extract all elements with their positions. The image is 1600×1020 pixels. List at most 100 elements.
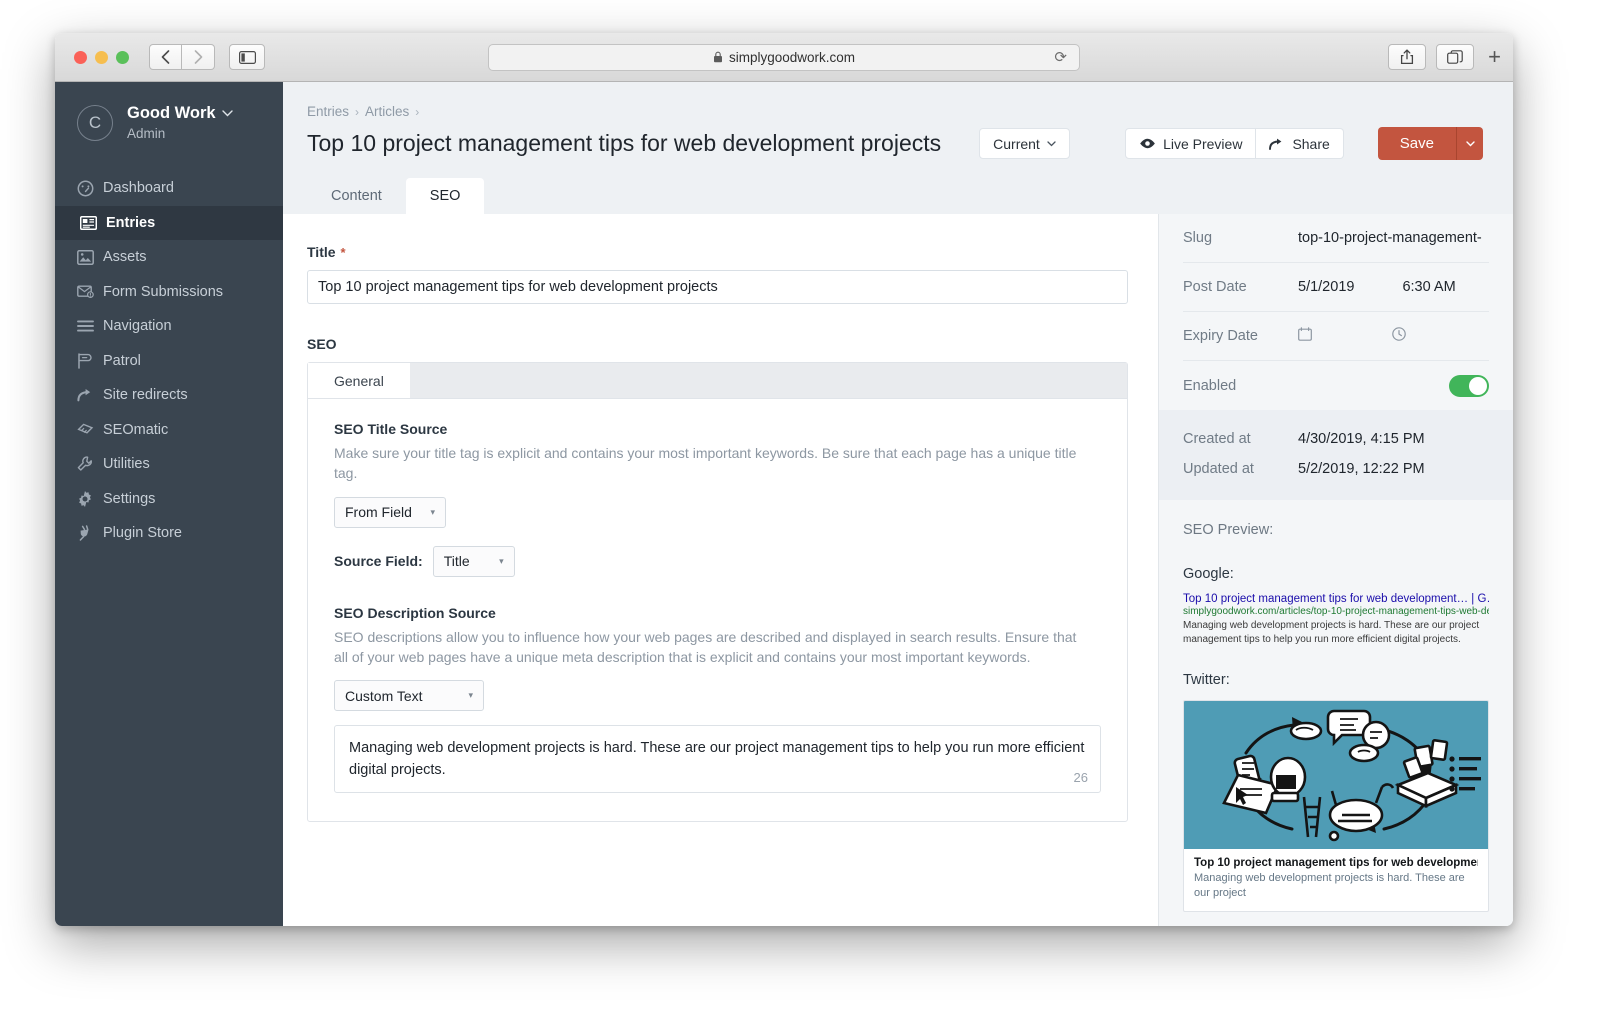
- sidebar-item-label: Settings: [103, 490, 156, 507]
- seo-description-source-description: SEO descriptions allow you to influence …: [334, 628, 1077, 665]
- reload-icon[interactable]: ⟳: [1054, 48, 1067, 66]
- save-button-group: Save: [1377, 127, 1483, 160]
- seo-title-source-heading: SEO Title Source: [334, 421, 448, 437]
- application-body: C Good Work Admin Dashboard Entries Asse…: [55, 82, 1513, 926]
- sidebar-item-patrol[interactable]: Patrol: [55, 344, 283, 379]
- title-input[interactable]: [307, 270, 1128, 304]
- arrow-redirect-icon: [77, 388, 103, 402]
- seo-tab-general[interactable]: General: [308, 363, 410, 398]
- required-indicator: *: [340, 244, 346, 260]
- sidebar-brand-name: Good Work: [127, 104, 233, 123]
- chevron-down-icon: [1047, 140, 1056, 146]
- gauge-icon: [77, 180, 103, 197]
- revision-selector[interactable]: Current: [979, 128, 1070, 159]
- page-title: Top 10 project management tips for web d…: [307, 130, 942, 156]
- seo-description-source-select[interactable]: Custom Text ▾: [334, 680, 484, 712]
- post-date-label: Post Date: [1183, 279, 1247, 295]
- sidebar-item-site-redirects[interactable]: Site redirects: [55, 378, 283, 413]
- save-button[interactable]: Save: [1377, 127, 1456, 160]
- meta-row-updated-at: Updated at 5/2/2019, 12:22 PM: [1183, 454, 1489, 484]
- sidebar-item-settings[interactable]: Settings: [55, 482, 283, 517]
- avatar: C: [77, 104, 113, 141]
- expiry-date-label: Expiry Date: [1183, 328, 1258, 344]
- minimize-window-button[interactable]: [95, 50, 108, 64]
- enabled-label: Enabled: [1183, 377, 1237, 394]
- seo-preview-label: SEO Preview:: [1183, 522, 1274, 538]
- sidebar-item-seomatic[interactable]: SEOmatic: [55, 413, 283, 448]
- seo-panel: General SEO Title Source Make sure your …: [307, 362, 1128, 822]
- sidebar-item-entries[interactable]: Entries: [55, 205, 283, 240]
- seo-title-source-description: Make sure your title tag is explicit and…: [334, 445, 1077, 482]
- wrench-icon: [77, 456, 103, 472]
- meta-row-post-date[interactable]: Post Date 5/1/2019 6:30 AM: [1183, 263, 1489, 312]
- seo-panel-body: SEO Title Source Make sure your title ta…: [308, 399, 1127, 821]
- breadcrumb: Entries › Articles ›: [307, 104, 1483, 119]
- back-button[interactable]: [149, 44, 182, 70]
- meta-row-created-at: Created at 4/30/2019, 4:15 PM: [1183, 424, 1489, 454]
- share-button[interactable]: [1388, 44, 1427, 70]
- sidebar-item-form-submissions[interactable]: Form Submissions: [55, 275, 283, 310]
- address-bar-text: simplygoodwork.com: [728, 49, 856, 65]
- sidebar-item-label: Site redirects: [103, 387, 188, 404]
- new-tab-button[interactable]: +: [1488, 44, 1501, 70]
- live-preview-button[interactable]: Live Preview: [1125, 128, 1257, 159]
- forward-button[interactable]: [182, 44, 215, 70]
- twitter-preview-image: [1184, 701, 1488, 849]
- created-at-label: Created at: [1183, 431, 1251, 447]
- tab-content[interactable]: Content: [307, 178, 406, 214]
- maximize-window-button[interactable]: [116, 50, 129, 64]
- sidebar-item-utilities[interactable]: Utilities: [55, 447, 283, 482]
- enabled-toggle[interactable]: [1449, 374, 1489, 397]
- hamburger-icon: [77, 320, 103, 332]
- tab-overview-button[interactable]: [1436, 44, 1475, 70]
- post-time-value: 6:30 AM: [1402, 279, 1456, 295]
- sidebar-item-label: Dashboard: [103, 180, 174, 197]
- seo-tab-bar: General: [308, 363, 1127, 399]
- save-dropdown-button[interactable]: [1456, 127, 1483, 160]
- sidebar-toggle-icon: [238, 50, 256, 64]
- chevron-down-icon: ▾: [499, 555, 504, 566]
- sidebar-item-label: Plugin Store: [103, 525, 182, 542]
- calendar-icon[interactable]: [1298, 327, 1312, 345]
- sidebar-item-plugin-store[interactable]: Plugin Store: [55, 516, 283, 551]
- source-field-select[interactable]: Title ▾: [432, 545, 515, 577]
- meta-row-enabled: Enabled: [1183, 361, 1489, 410]
- sidebar-item-label: Utilities: [103, 456, 150, 473]
- patrol-icon: [77, 353, 103, 369]
- breadcrumb-item-articles[interactable]: Articles: [365, 104, 409, 119]
- character-counter: 26: [1073, 769, 1088, 785]
- google-preview-description: Managing web development projects is har…: [1183, 620, 1480, 645]
- sidebar-item-dashboard[interactable]: Dashboard: [55, 171, 283, 206]
- plug-icon: [77, 525, 103, 541]
- meta-row-slug[interactable]: Slug top-10-project-management-: [1183, 214, 1489, 263]
- content-columns: Title * SEO General SEO Title Source Mak…: [283, 214, 1513, 926]
- title-field-label: Title *: [307, 244, 1128, 260]
- share-icon: [1401, 49, 1414, 65]
- seo-title-source-value: From Field: [345, 504, 412, 521]
- twitter-preview-card: Top 10 project management tips for web d…: [1183, 700, 1489, 912]
- twitter-preview-label: Twitter:: [1183, 672, 1230, 688]
- breadcrumb-item-entries[interactable]: Entries: [307, 104, 349, 119]
- sidebar-item-label: Form Submissions: [103, 283, 224, 300]
- sidebar-toggle-button[interactable]: [229, 44, 265, 70]
- sidebar-item-navigation[interactable]: Navigation: [55, 309, 283, 344]
- address-bar[interactable]: simplygoodwork.com ⟳: [488, 43, 1080, 71]
- seo-description-textarea[interactable]: Managing web development projects is har…: [334, 725, 1101, 793]
- seo-title-source-select[interactable]: From Field ▾: [334, 496, 446, 528]
- clock-icon[interactable]: [1392, 327, 1406, 345]
- sidebar-item-label: Entries: [106, 214, 156, 231]
- meta-row-expiry-date[interactable]: Expiry Date: [1183, 312, 1489, 361]
- chevron-left-icon: [161, 50, 170, 64]
- twitter-preview-description: Managing web development projects is har…: [1194, 872, 1465, 899]
- share-arrow-icon: [1269, 138, 1282, 150]
- created-at-value: 4/30/2019, 4:15 PM: [1298, 431, 1425, 447]
- close-window-button[interactable]: [74, 50, 87, 64]
- source-field-value: Title: [443, 553, 470, 570]
- sidebar-brand[interactable]: C Good Work Admin: [55, 104, 283, 141]
- share-label: Share: [1292, 135, 1330, 152]
- share-button[interactable]: Share: [1256, 128, 1344, 159]
- page-header-row: Top 10 project management tips for web d…: [307, 127, 1483, 160]
- tab-seo[interactable]: SEO: [405, 178, 485, 214]
- sidebar-item-assets[interactable]: Assets: [55, 240, 283, 275]
- meta-sidebar: Slug top-10-project-management- Post Dat…: [1158, 214, 1513, 926]
